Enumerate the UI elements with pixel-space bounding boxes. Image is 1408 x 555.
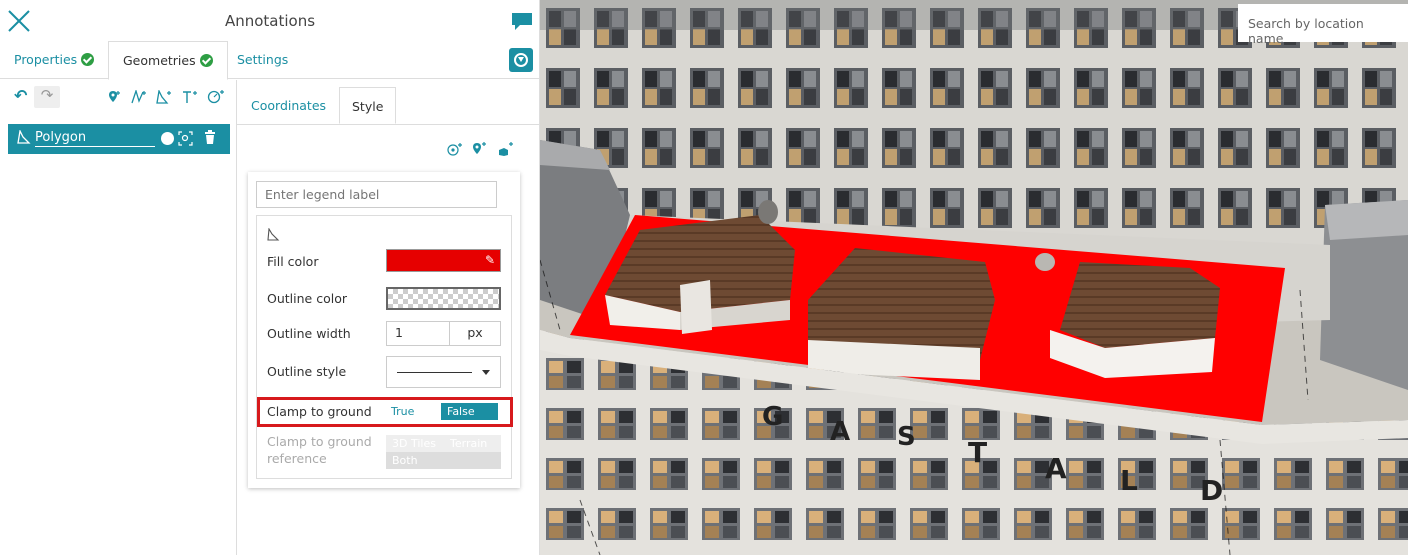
3d-scene: G A S T A L D [540,0,1408,555]
geometry-item-label[interactable]: Polygon [35,130,155,147]
style-card: Fill color ✎ Outline color Outline width… [248,172,520,488]
panel-title: Annotations [224,12,316,30]
zoom-to-icon[interactable] [178,131,193,146]
facade-letter: A [1045,452,1067,485]
clamp-true-option[interactable]: True [385,403,441,420]
outline-color-label: Outline color [267,291,347,306]
clamp-to-ground-label: Clamp to ground [267,404,372,419]
polygon-icon [17,130,31,144]
fill-color-picker[interactable]: ✎ [386,249,501,272]
collapse-icon[interactable] [509,48,533,72]
trash-icon[interactable] [204,130,216,145]
add-style-point-icon[interactable] [446,141,464,157]
add-marker-icon[interactable] [472,141,488,157]
location-search-input[interactable]: Search by location name [1238,4,1408,46]
fill-color-label: Fill color [267,254,319,269]
outline-style-select[interactable] [386,356,501,388]
tab-style[interactable]: Style [339,87,397,124]
facade-letter: L [1120,464,1138,497]
annotations-panel: Annotations Properties Geometries Settin… [0,0,540,555]
geometry-item-polygon[interactable]: Polygon [8,124,230,154]
add-circle-icon[interactable] [207,89,225,104]
clamp-reference-label: Clamp to ground reference [267,434,372,466]
facade-letter: T [968,436,987,469]
facade-letter: G [762,402,783,432]
clamp-ref-terrain-option[interactable]: Terrain [444,435,501,452]
check-icon [81,53,95,66]
3d-map-view[interactable]: G A S T A L D Search by location name [540,0,1408,555]
add-text-icon[interactable] [182,90,198,104]
confirm-icon[interactable] [161,132,174,145]
tab-geometries-label: Geometries [123,53,196,68]
check-icon [199,54,213,67]
outline-width-input[interactable]: 1 [386,321,450,346]
eyedropper-icon[interactable]: ✎ [485,253,495,267]
chat-icon[interactable] [510,12,534,32]
facade-letter: D [1200,474,1223,507]
add-point-icon[interactable] [108,90,122,104]
chevron-down-icon [482,370,490,375]
clamp-to-ground-row: Clamp to ground True False [257,397,513,427]
facade-letter: S [897,422,916,452]
outline-color-picker[interactable] [386,287,501,310]
add-polygon-icon[interactable] [156,90,172,104]
solid-line-preview [397,372,472,373]
outline-width-unit: px [450,321,501,346]
legend-label-input[interactable] [256,181,497,208]
main-tabs: Properties Geometries Settings [0,41,540,80]
redo-icon[interactable]: ↷ [34,86,60,108]
tab-properties[interactable]: Properties [0,41,108,79]
add-line-icon[interactable] [131,90,147,104]
clamp-ref-3dtiles-option[interactable]: 3D Tiles [386,435,444,452]
tab-properties-label: Properties [14,52,78,67]
add-model-icon[interactable] [497,141,515,157]
clamp-ref-both-option[interactable]: Both [386,452,501,469]
divider [237,124,540,125]
facade-letter: A [830,417,850,447]
polygon-icon [267,228,280,241]
tab-settings[interactable]: Settings [223,41,302,79]
tab-geometries[interactable]: Geometries [108,41,228,80]
clamp-false-option[interactable]: False [441,403,498,420]
style-settings: Fill color ✎ Outline color Outline width… [256,215,513,479]
outline-width-label: Outline width [267,326,351,341]
undo-icon[interactable]: ↶ [14,86,27,105]
outline-style-label: Outline style [267,364,347,379]
tab-settings-label: Settings [237,52,289,67]
tab-coordinates[interactable]: Coordinates [239,87,338,124]
